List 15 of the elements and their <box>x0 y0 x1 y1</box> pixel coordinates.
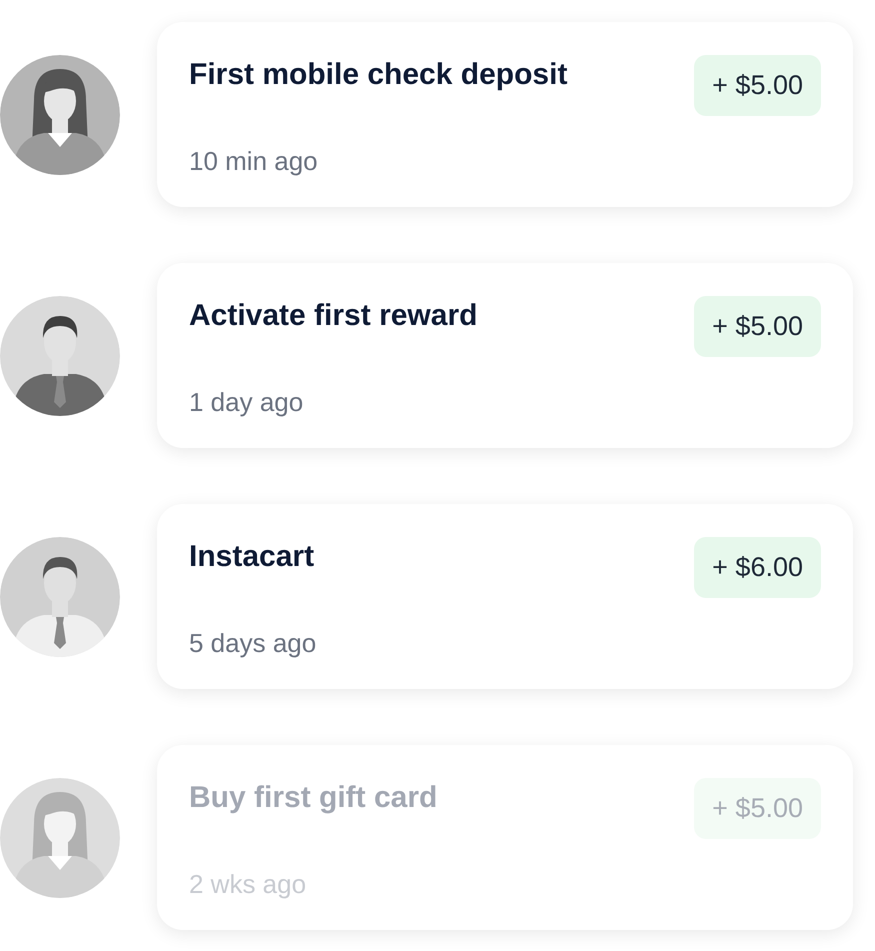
activity-title: Activate first reward <box>189 299 478 334</box>
activity-time: 5 days ago <box>189 628 318 660</box>
activity-title: First mobile check deposit <box>189 58 568 93</box>
activity-title: Buy first gift card <box>189 781 438 816</box>
amount-badge: + $6.00 <box>694 537 821 598</box>
activity-time: 10 min ago <box>189 146 319 178</box>
activity-title: Instacart <box>189 540 316 575</box>
activity-time: 1 day ago <box>189 387 304 419</box>
amount-badge: + $5.00 <box>694 778 821 839</box>
person-icon <box>0 54 120 174</box>
amount-badge: + $5.00 <box>694 296 821 357</box>
person-icon <box>0 778 120 898</box>
amount-badge: + $5.00 <box>694 55 821 116</box>
person-icon <box>0 536 120 656</box>
person-icon <box>0 296 120 416</box>
